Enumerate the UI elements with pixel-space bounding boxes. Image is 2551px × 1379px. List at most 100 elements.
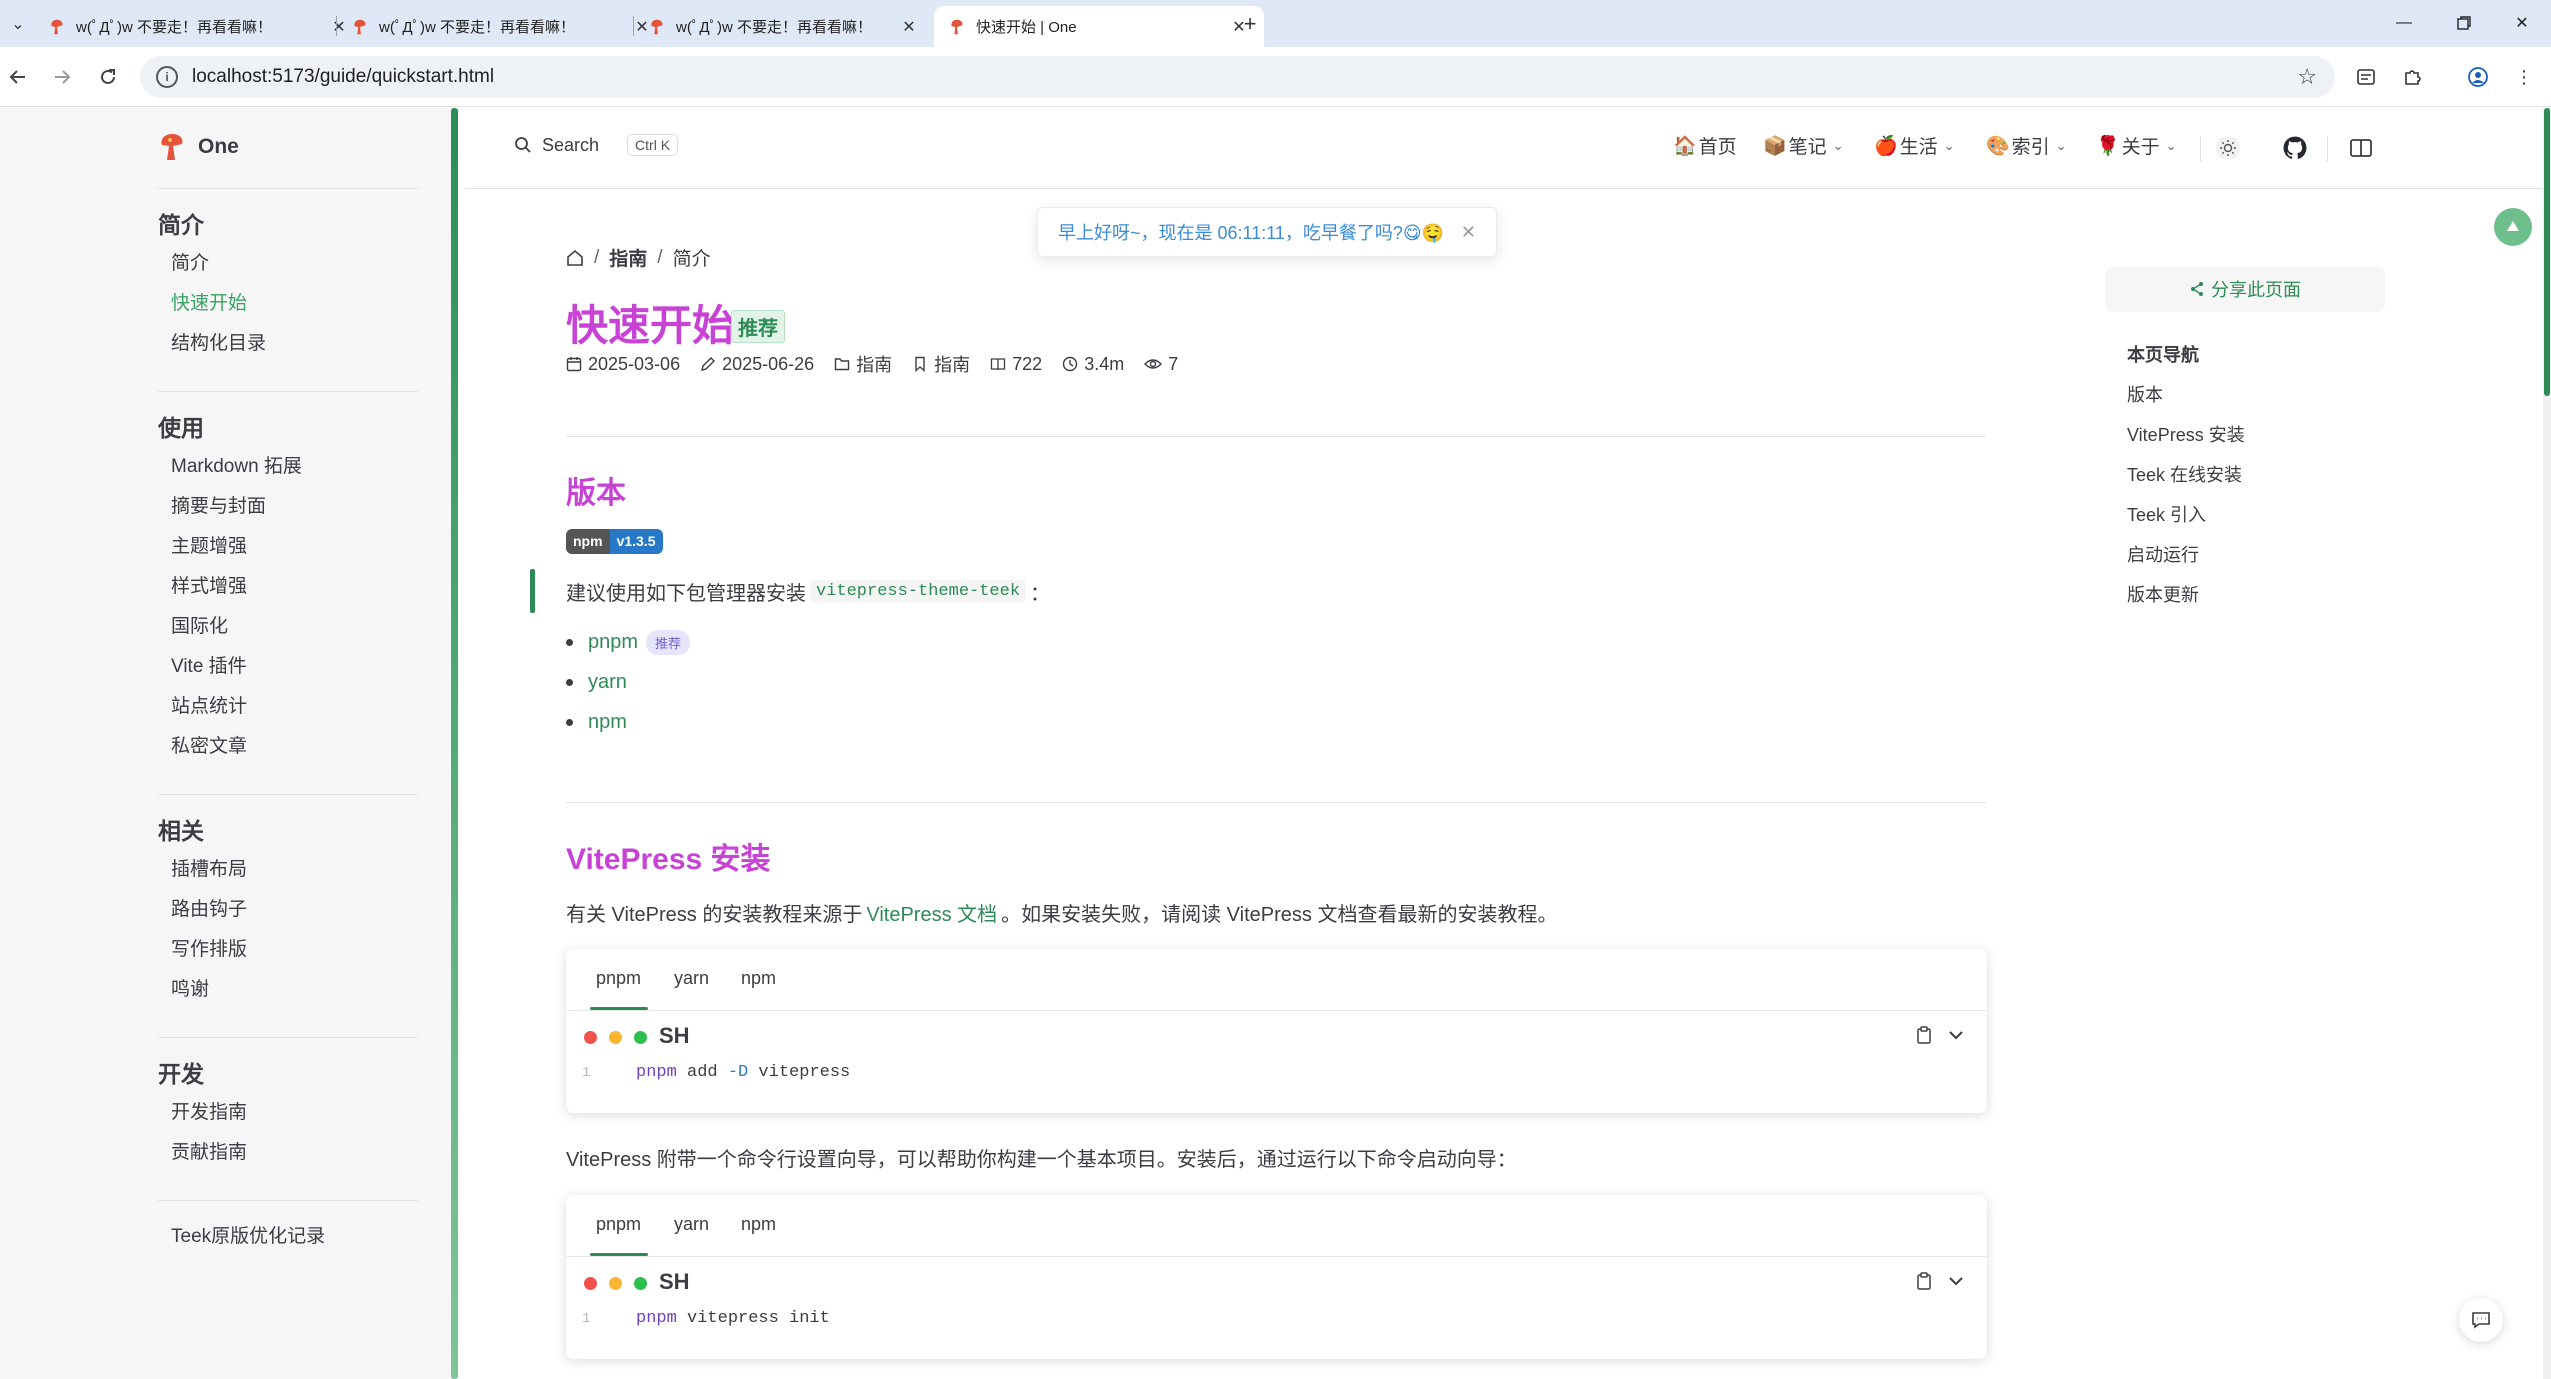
browser-tab[interactable]: w(ﾟДﾟ)w 不要走！再看看嘛！ ✕ [34,6,364,47]
breadcrumb-item[interactable]: 指南 [609,244,647,271]
forward-arrow-icon[interactable] [46,61,78,93]
copy-icon[interactable] [1916,1272,1932,1290]
reading-mode-icon[interactable] [2343,130,2379,166]
nav-home[interactable]: 🏠 首页 [1673,132,1737,159]
npm-badge-version: v1.3.5 [609,529,663,554]
code-tab-pnpm[interactable]: pnpm [596,968,641,989]
sidebar-item[interactable]: 写作排版 [171,934,247,961]
tab-close-icon[interactable]: ✕ [898,16,920,38]
tab-search-chevron-icon[interactable]: ⌄ [4,10,32,38]
toc-item[interactable]: VitePress 安装 [2127,421,2245,447]
nav-about[interactable]: 🌹 关于 ⌄ [2096,132,2177,159]
extensions-puzzle-icon[interactable] [2396,61,2428,93]
sidebar-item[interactable]: 私密文章 [171,731,247,758]
address-url[interactable]: localhost:5173/guide/quickstart.html [192,66,494,88]
window-dots [584,1277,659,1290]
meta-created: 2025-03-06 [566,354,680,375]
nav-notes[interactable]: 📦 笔记 ⌄ [1763,132,1844,159]
copy-icon[interactable] [1916,1026,1932,1044]
sidebar-item[interactable]: 样式增强 [171,571,247,598]
profile-avatar-icon[interactable] [2462,61,2494,93]
sidebar-item[interactable]: 结构化目录 [171,328,266,355]
sidebar-item[interactable]: 简介 [171,248,209,275]
nav-life[interactable]: 🍎 生活 ⌄ [1874,132,1955,159]
back-arrow-icon[interactable] [2,61,34,93]
bullet-icon [566,639,573,646]
reload-icon[interactable] [92,61,124,93]
vitepress-docs-link[interactable]: VitePress 文档 [866,898,997,927]
chevron-down-icon: ⌄ [2055,137,2067,153]
toast-close-icon[interactable]: ✕ [1461,222,1476,243]
code-tab-yarn[interactable]: yarn [674,1214,709,1235]
bookmark-star-icon[interactable]: ☆ [2297,64,2317,90]
sidebar-item[interactable]: 摘要与封面 [171,491,266,518]
page-scrollbar[interactable] [2543,108,2551,1379]
nav-index[interactable]: 🎨 索引 ⌄ [1986,132,2067,159]
sidebar-item[interactable]: 站点统计 [171,691,247,718]
sidebar-item-active[interactable]: 快速开始 [171,288,247,315]
meta-views-value: 7 [1168,353,1179,374]
browser-tab[interactable]: w(ﾟДﾟ)w 不要走！再看看嘛！ ✕ [337,6,667,47]
sidebar-group-title[interactable]: 简介 [158,206,204,240]
site-logo-link[interactable]: One [158,132,239,162]
list-item-link[interactable]: pnpm [588,631,638,654]
sidebar-item[interactable]: 鸣谢 [171,974,209,1001]
sidebar-group-title[interactable]: 相关 [158,812,204,846]
code-line: 1 pnpm add -D vitepress [566,1059,1987,1099]
sidebar-item[interactable]: 主题增强 [171,531,247,558]
share-page-button[interactable]: 分享此页面 [2105,266,2385,312]
search-button[interactable]: Search Ctrl K [514,134,679,156]
window-minimize-icon[interactable]: — [2382,8,2426,38]
site-info-icon[interactable]: i [156,66,178,88]
comment-icon[interactable] [2459,1298,2503,1342]
address-bar[interactable]: i localhost:5173/guide/quickstart.html ☆ [140,56,2335,98]
chevron-down-icon[interactable] [1947,1272,1965,1290]
toc-item[interactable]: Teek 在线安装 [2127,461,2242,487]
sidebar-group-title[interactable]: 使用 [158,409,204,443]
theme-toggle-icon[interactable] [2210,130,2246,166]
code-tab-npm[interactable]: npm [741,1214,776,1235]
npm-version-badge[interactable]: npm v1.3.5 [566,529,663,554]
nav-label: 首页 [1698,137,1737,158]
browser-menu-icon[interactable]: ⋮ [2508,61,2540,93]
breadcrumb: / 指南 / 简介 [566,244,711,271]
sidebar-item[interactable]: Markdown 拓展 [171,451,302,478]
toc-item[interactable]: Teek 引入 [2127,501,2206,527]
vitepress-intro-text: 有关 VitePress 的安装教程来源于 VitePress 文档 。如果安装… [566,898,1557,927]
browser-tab[interactable]: w(ﾟДﾟ)w 不要走！再看看嘛！ ✕ [634,6,934,47]
sidebar-item[interactable]: 开发指南 [171,1097,247,1124]
chevron-down-icon[interactable] [1947,1026,1965,1044]
sidebar-item[interactable]: 路由钩子 [171,894,247,921]
toc-item[interactable]: 版本 [2127,381,2163,407]
divider [158,1200,418,1201]
new-tab-plus-icon[interactable]: + [1236,10,1264,38]
meta-category[interactable]: 指南 [834,351,892,377]
meta-tag[interactable]: 指南 [912,351,970,377]
window-restore-icon[interactable] [2442,8,2486,38]
list-item-link[interactable]: npm [588,711,627,734]
code-tab-npm[interactable]: npm [741,968,776,989]
scrollbar-thumb[interactable] [2544,108,2550,396]
code-tab-yarn[interactable]: yarn [674,968,709,989]
toc-item[interactable]: 版本更新 [2127,581,2199,607]
home-icon[interactable] [566,249,584,267]
code-tab-pnpm[interactable]: pnpm [596,1214,641,1235]
sidebar-item[interactable]: 插槽布局 [171,854,247,881]
install-intro-prefix: 建议使用如下包管理器安装 [566,583,806,605]
divider [2200,136,2201,162]
sidebar-scrollbar[interactable] [451,108,458,1379]
sidebar-item[interactable]: 国际化 [171,611,228,638]
github-icon[interactable] [2277,130,2313,166]
reading-list-icon[interactable] [2350,61,2382,93]
sidebar-item[interactable]: Vite 插件 [171,651,247,678]
code-token: vitepress init [676,1309,830,1328]
toc-item[interactable]: 启动运行 [2127,541,2199,567]
breadcrumb-item-current[interactable]: 简介 [673,244,711,271]
sidebar-item-teek-optimization[interactable]: Teek原版优化记录 [171,1221,325,1248]
sidebar-group-title[interactable]: 开发 [158,1055,204,1089]
back-to-top-icon[interactable] [2494,208,2532,246]
window-close-icon[interactable]: ✕ [2500,8,2544,38]
browser-tab-active[interactable]: 快速开始 | One ✕ [934,6,1264,47]
list-item-link[interactable]: yarn [588,671,627,694]
sidebar-item[interactable]: 贡献指南 [171,1137,247,1164]
